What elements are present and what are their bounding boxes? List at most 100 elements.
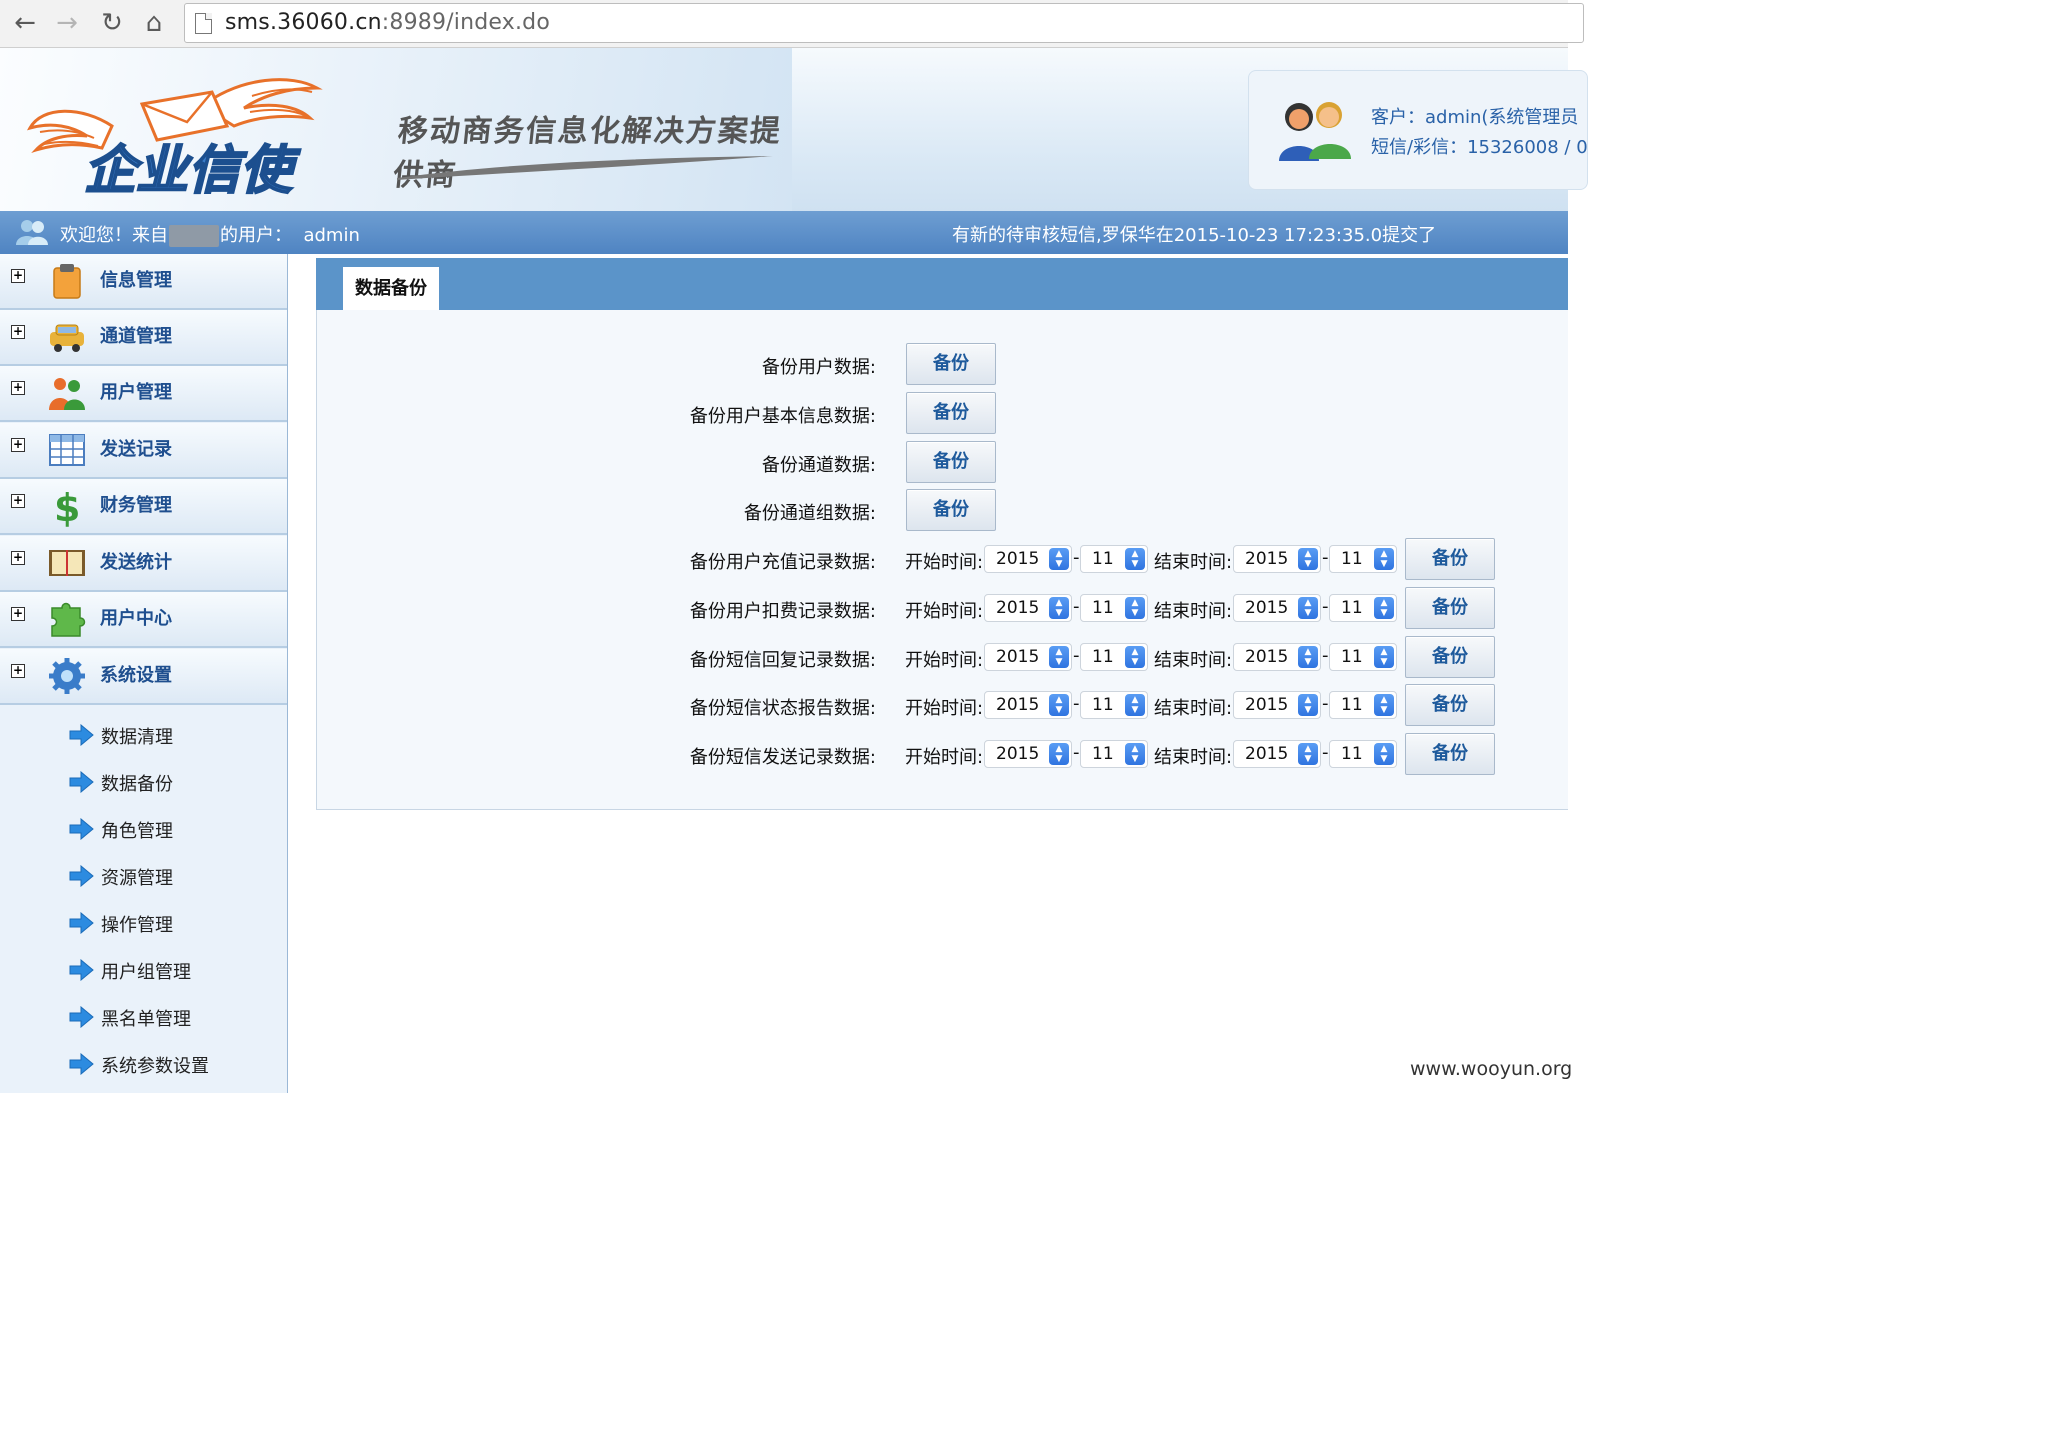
start-year-select[interactable]: 2015 ▲ ▼ (984, 740, 1072, 768)
sidebar-menu-label: 发送统计 (100, 552, 172, 573)
start-time-label: 开始时间: (905, 601, 984, 622)
sidebar-menu-2[interactable]: + 通道管理 (0, 310, 287, 366)
start-month-select[interactable]: 11 ▲ ▼ (1080, 691, 1148, 719)
end-month-select[interactable]: 11 ▲ ▼ (1329, 643, 1397, 671)
sidebar-menu-3[interactable]: + 用户管理 (0, 366, 287, 422)
start-time-label: 开始时间: (905, 698, 984, 719)
backup-button[interactable]: 备份 (1405, 636, 1495, 678)
end-month-select[interactable]: 11 ▲ ▼ (1329, 594, 1397, 622)
sidebar-subitem-3[interactable]: 角色管理 (0, 808, 287, 852)
spinner-icon: ▲ ▼ (1049, 743, 1069, 765)
pending-notice[interactable]: 有新的待审核短信,罗保华在2015-10-23 17:23:35.0提交了4条 (952, 221, 1434, 247)
gear-icon (49, 658, 85, 694)
arrow-right-icon (69, 1053, 94, 1075)
backup-row-label: 备份用户数据: (761, 357, 876, 378)
spinner-icon: ▲ ▼ (1049, 597, 1069, 619)
clipboard-icon (53, 264, 81, 299)
end-month-select[interactable]: 11 ▲ ▼ (1329, 691, 1397, 719)
start-year-value: 2015 (996, 647, 1040, 667)
arrow-right-icon (69, 724, 94, 746)
sidebar-subitem-2[interactable]: 数据备份 (0, 761, 287, 805)
sidebar-menu-8[interactable]: + 系统设置 (0, 649, 287, 705)
end-year-value: 2015 (1245, 549, 1289, 569)
backup-row-label: 备份短信发送记录数据: (689, 747, 876, 768)
start-month-select[interactable]: 11 ▲ ▼ (1080, 740, 1148, 768)
end-year-select[interactable]: 2015 ▲ ▼ (1233, 594, 1321, 622)
url-text[interactable]: sms.36060.cn:8989/index.do (225, 10, 550, 35)
reload-icon[interactable]: ↻ (95, 6, 129, 40)
end-month-select[interactable]: 11 ▲ ▼ (1329, 545, 1397, 573)
backup-button[interactable]: 备份 (906, 489, 996, 531)
dollar-icon: $ (54, 486, 80, 527)
end-year-select[interactable]: 2015 ▲ ▼ (1233, 643, 1321, 671)
end-month-value: 11 (1341, 549, 1363, 569)
welcome-message: 欢迎您！来自 的用户： admin (60, 221, 360, 247)
backup-date-row: 备份短信状态报告数据: 开始时间: 2015 ▲ ▼ -11 ▲ ▼ 结束时间: 2015 ▲ ▼ -1… (316, 683, 1568, 727)
spinner-icon: ▲ ▼ (1125, 743, 1145, 765)
end-time-label: 结束时间: (1154, 552, 1233, 573)
spinner-icon: ▲ ▼ (1298, 646, 1318, 668)
expand-plus-icon[interactable]: + (11, 438, 25, 452)
sidebar-subitem-label: 用户组管理 (101, 962, 191, 983)
sidebar-menu-4[interactable]: + 发送记录 (0, 423, 287, 479)
backup-date-row: 备份短信发送记录数据: 开始时间: 2015 ▲ ▼ -11 ▲ ▼ 结束时间: 2015 ▲ ▼ -1… (316, 732, 1568, 776)
tab-data-backup[interactable]: 数据备份 (343, 267, 439, 310)
backup-button[interactable]: 备份 (1405, 538, 1495, 580)
backup-button[interactable]: 备份 (906, 441, 996, 483)
swoosh-icon (397, 156, 773, 180)
home-icon[interactable]: ⌂ (137, 6, 171, 40)
backup-button[interactable]: 备份 (1405, 587, 1495, 629)
sidebar-subitem-1[interactable]: 数据清理 (0, 714, 287, 758)
expand-plus-icon[interactable]: + (11, 381, 25, 395)
sidebar-subitem-6[interactable]: 用户组管理 (0, 949, 287, 993)
start-year-select[interactable]: 2015 ▲ ▼ (984, 643, 1072, 671)
start-year-select[interactable]: 2015 ▲ ▼ (984, 594, 1072, 622)
date-dash: - (1073, 693, 1080, 714)
start-month-value: 11 (1092, 549, 1114, 569)
start-year-select[interactable]: 2015 ▲ ▼ (984, 545, 1072, 573)
backup-button[interactable]: 备份 (1405, 733, 1495, 775)
sidebar-subitem-label: 角色管理 (101, 821, 173, 842)
start-year-select[interactable]: 2015 ▲ ▼ (984, 691, 1072, 719)
end-year-select[interactable]: 2015 ▲ ▼ (1233, 691, 1321, 719)
sidebar-subitem-8[interactable]: 系统参数设置 (0, 1043, 287, 1087)
end-year-select[interactable]: 2015 ▲ ▼ (1233, 740, 1321, 768)
backup-date-row: 备份用户扣费记录数据: 开始时间: 2015 ▲ ▼ -11 ▲ ▼ 结束时间: 2015 ▲ ▼ -1… (316, 586, 1568, 630)
expand-plus-icon[interactable]: + (11, 607, 25, 621)
customer-info: 客户：admin(系统管理员 (1371, 107, 1579, 128)
address-bar[interactable]: sms.36060.cn:8989/index.do (184, 3, 1584, 43)
start-month-select[interactable]: 11 ▲ ▼ (1080, 545, 1148, 573)
back-arrow-icon[interactable]: ← (8, 6, 42, 40)
users-icon (16, 220, 48, 245)
sidebar-menu-1[interactable]: + 信息管理 (0, 254, 287, 310)
end-month-select[interactable]: 11 ▲ ▼ (1329, 740, 1397, 768)
arrow-right-icon (69, 818, 94, 840)
end-month-value: 11 (1341, 695, 1363, 715)
sidebar-subitem-7[interactable]: 黑名单管理 (0, 996, 287, 1040)
expand-plus-icon[interactable]: + (11, 494, 25, 508)
start-month-select[interactable]: 11 ▲ ▼ (1080, 643, 1148, 671)
backup-button[interactable]: 备份 (906, 343, 996, 385)
end-year-select[interactable]: 2015 ▲ ▼ (1233, 545, 1321, 573)
sidebar-menu-6[interactable]: + 发送统计 (0, 536, 287, 592)
arrow-right-icon (69, 959, 94, 981)
expand-plus-icon[interactable]: + (11, 325, 25, 339)
users-avatar-icon (1279, 102, 1351, 161)
backup-button[interactable]: 备份 (1405, 684, 1495, 726)
spinner-icon: ▲ ▼ (1049, 548, 1069, 570)
start-time-label: 开始时间: (905, 747, 984, 768)
backup-button[interactable]: 备份 (906, 392, 996, 434)
sidebar-subitem-5[interactable]: 操作管理 (0, 902, 287, 946)
sidebar-menu-5[interactable]: + $ 财务管理 (0, 479, 287, 535)
arrow-right-icon (69, 912, 94, 934)
redacted-block (169, 225, 219, 247)
sidebar-menu-7[interactable]: + 用户中心 (0, 592, 287, 648)
sidebar-subitem-4[interactable]: 资源管理 (0, 855, 287, 899)
end-time-label: 结束时间: (1154, 601, 1233, 622)
expand-plus-icon[interactable]: + (11, 664, 25, 678)
forward-arrow-icon[interactable]: → (50, 6, 84, 40)
browser-toolbar: ← → ↻ ⌂ sms.36060.cn:8989/index.do (0, 0, 1584, 48)
start-month-select[interactable]: 11 ▲ ▼ (1080, 594, 1148, 622)
expand-plus-icon[interactable]: + (11, 269, 25, 283)
expand-plus-icon[interactable]: + (11, 551, 25, 565)
